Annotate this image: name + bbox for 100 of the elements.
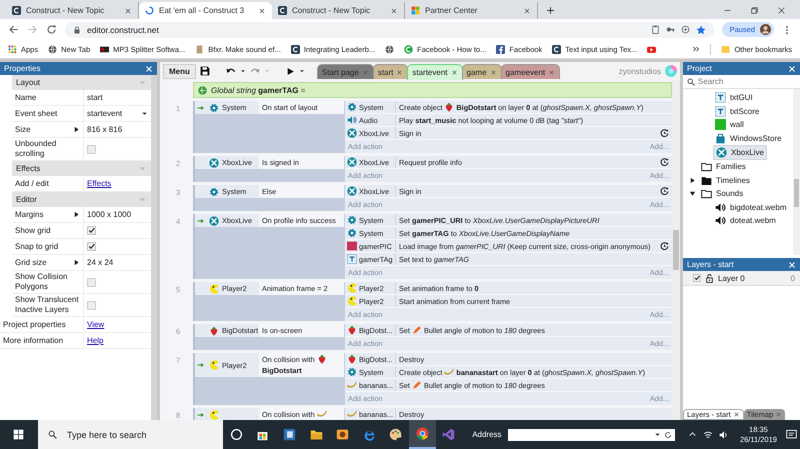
search-field[interactable]: Search — [698, 77, 778, 86]
key-icon[interactable] — [666, 25, 675, 34]
panel-title: Layers - start — [687, 260, 734, 269]
apps-grid-icon — [8, 44, 17, 54]
layer-count: 0 — [790, 274, 795, 282]
globe-icon — [48, 44, 58, 54]
property-link[interactable]: Effects — [87, 179, 112, 188]
save-icon[interactable] — [200, 66, 210, 76]
editor-tab[interactable]: gameevent — [500, 64, 560, 79]
taskbar-search-box[interactable]: Type here to search — [38, 420, 223, 449]
menu-button[interactable]: Menu — [163, 64, 196, 78]
notification-icon[interactable] — [786, 429, 797, 440]
wifi-icon[interactable] — [702, 430, 713, 440]
property-link[interactable]: View — [87, 320, 104, 329]
app-icon — [282, 428, 296, 441]
redo-icon[interactable] — [250, 66, 260, 76]
tree-item[interactable]: txtScore — [713, 104, 762, 118]
triangle-icon[interactable] — [689, 190, 696, 198]
play-icon[interactable] — [286, 66, 295, 76]
editor-tab[interactable]: game — [462, 64, 502, 79]
caret-icon — [654, 431, 661, 438]
scrollbar[interactable] — [793, 89, 800, 255]
editor-tab[interactable]: Start page — [316, 64, 374, 79]
section-header[interactable]: Layout — [12, 75, 151, 90]
tree-item[interactable]: XboxLive — [713, 145, 767, 160]
checkbox[interactable] — [87, 242, 96, 251]
avatar-icon — [760, 24, 771, 35]
taskbar-search-field[interactable]: Type here to search — [64, 428, 213, 440]
tree-item[interactable]: bigdoteat.webm — [713, 200, 788, 214]
construct-logo-icon — [12, 6, 21, 15]
property-dropdown[interactable]: startevent — [87, 109, 148, 118]
triangle-icon[interactable] — [73, 259, 80, 266]
property-link[interactable]: Help — [87, 336, 104, 345]
strawberry-icon — [347, 354, 357, 364]
checkbox[interactable] — [693, 274, 701, 282]
undo-icon[interactable] — [226, 66, 236, 76]
tree-item[interactable]: Families — [699, 160, 748, 174]
property-label: Project properties — [3, 320, 66, 330]
tree-item[interactable]: wall — [713, 118, 746, 132]
editor-tab[interactable]: startevent — [407, 64, 463, 80]
tree-item[interactable]: Sounds — [699, 187, 746, 200]
caret-icon[interactable] — [240, 68, 246, 74]
close-icon[interactable] — [450, 69, 458, 76]
search-icon — [687, 78, 695, 86]
checkbox[interactable] — [87, 226, 96, 235]
clipboard-icon[interactable] — [650, 25, 660, 34]
section-header[interactable]: Editor — [12, 192, 151, 207]
volume-icon[interactable] — [718, 430, 729, 440]
property-label: Name — [15, 92, 36, 102]
back-icon[interactable] — [8, 24, 19, 35]
editor-tab[interactable]: start — [372, 64, 408, 79]
property-label: Show Collision Polygons — [15, 272, 68, 292]
triangle-icon[interactable] — [689, 176, 696, 184]
triangle-icon[interactable] — [73, 126, 80, 133]
close-icon[interactable] — [732, 411, 740, 418]
event-block[interactable] — [193, 353, 672, 405]
event-block[interactable] — [193, 214, 672, 279]
bookmark[interactable] — [385, 44, 394, 54]
property-label: More information — [3, 336, 64, 346]
gear-icon — [209, 186, 219, 196]
close-icon[interactable] — [390, 6, 398, 14]
tree-item[interactable]: Timelines — [699, 174, 752, 187]
tree-item[interactable]: doteat.webm — [713, 214, 778, 228]
close-icon[interactable] — [124, 6, 132, 14]
panel-title: Project — [687, 64, 712, 73]
property-label: Event sheet — [15, 108, 58, 118]
checkbox[interactable] — [87, 144, 96, 154]
tree-item[interactable]: WindowsStore — [713, 132, 784, 145]
section-title: Editor — [16, 195, 37, 204]
triangle-icon[interactable] — [73, 211, 80, 218]
address-field[interactable]: editor.construct.net — [65, 22, 714, 38]
reload-icon[interactable] — [46, 24, 57, 35]
strawberry-icon — [316, 354, 327, 364]
checkbox[interactable] — [87, 278, 96, 286]
close-icon[interactable] — [777, 6, 786, 15]
tree-item[interactable]: txtGUI — [713, 91, 755, 104]
section-header[interactable]: Effects — [12, 161, 151, 176]
strawberry-icon — [209, 326, 219, 336]
plus-circle-icon[interactable] — [680, 25, 690, 34]
pacman-icon — [209, 410, 219, 420]
caret-icon[interactable] — [298, 68, 305, 74]
layer-row[interactable]: Layer 0 0 — [683, 271, 800, 286]
chevrons-icon[interactable] — [692, 45, 700, 53]
checkbox[interactable] — [87, 300, 96, 310]
bookmark[interactable] — [647, 44, 656, 54]
address-toolbar-field[interactable] — [508, 428, 675, 440]
padlock-icon[interactable] — [705, 274, 714, 282]
star-icon[interactable] — [696, 24, 706, 34]
plus-icon[interactable] — [546, 6, 555, 15]
x-sphere-icon — [347, 128, 357, 138]
scrollbar[interactable] — [672, 80, 680, 420]
close-icon[interactable] — [523, 6, 531, 14]
browser-tab[interactable]: Eat 'em all - Construct 3 — [139, 2, 272, 19]
speaker-icon — [347, 115, 357, 125]
palette-icon — [389, 428, 402, 441]
close-icon[interactable] — [258, 6, 266, 14]
property-value[interactable]: start — [87, 93, 103, 102]
image-object-icon — [347, 241, 357, 251]
global-variable-row[interactable]: Global string gamerTAG = — [193, 82, 672, 98]
restore-icon[interactable] — [750, 6, 759, 15]
